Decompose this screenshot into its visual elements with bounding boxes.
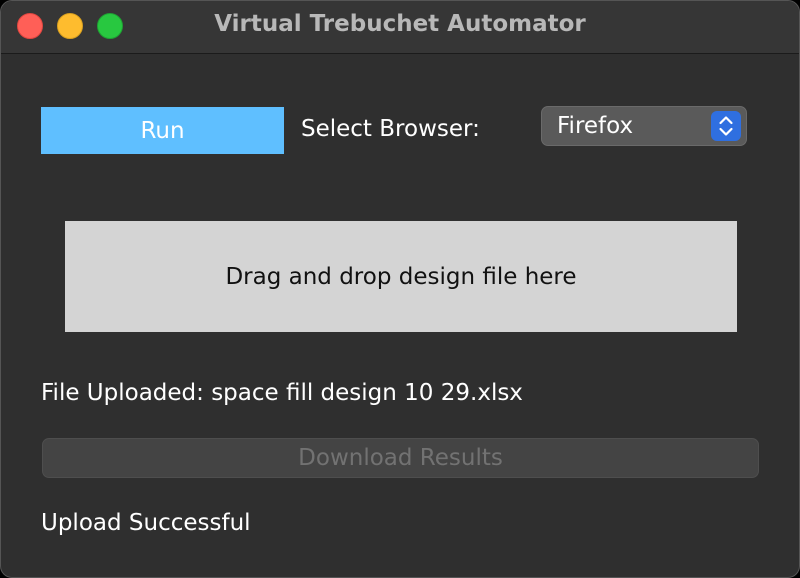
window-title: Virtual Trebuchet Automator bbox=[214, 11, 586, 37]
upload-status-message: Upload Successful bbox=[41, 510, 251, 536]
select-browser-label: Select Browser: bbox=[301, 116, 480, 142]
file-uploaded-status: File Uploaded: space fill design 10 29.x… bbox=[41, 380, 523, 406]
browser-select[interactable]: Firefox bbox=[541, 106, 747, 146]
title-bar[interactable]: Virtual Trebuchet Automator bbox=[1, 1, 799, 54]
run-button[interactable]: Run bbox=[41, 107, 284, 154]
app-window: Virtual Trebuchet Automator Run Select B… bbox=[0, 0, 800, 578]
drop-zone-label: Drag and drop design file here bbox=[225, 263, 577, 290]
up-down-chevron-icon[interactable] bbox=[711, 111, 741, 141]
download-results-button[interactable]: Download Results bbox=[42, 438, 759, 478]
file-drop-zone[interactable]: Drag and drop design file here bbox=[65, 221, 737, 332]
browser-select-value: Firefox bbox=[557, 113, 634, 139]
